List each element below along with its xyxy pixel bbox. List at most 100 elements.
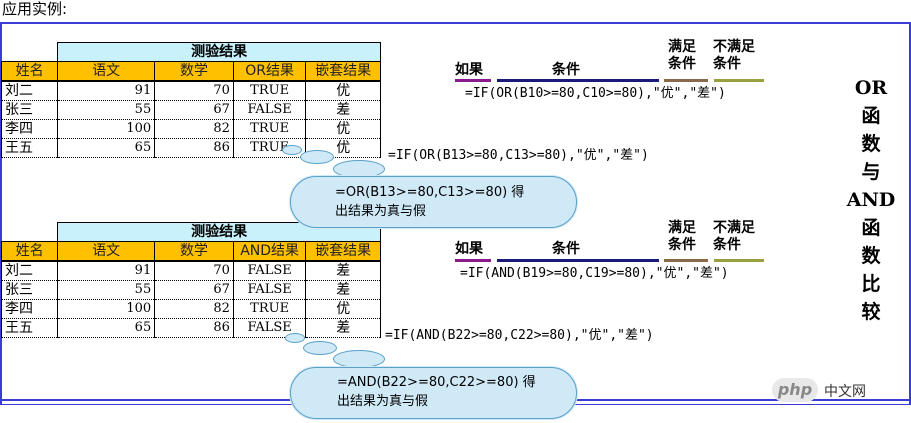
col-header-chinese: 语文: [57, 61, 156, 82]
cell-grade[interactable]: 差: [305, 100, 381, 120]
cell-chinese[interactable]: 91: [57, 260, 156, 281]
cell-grade[interactable]: 差: [305, 280, 381, 300]
legend-met-line1: 满足: [668, 39, 696, 55]
callout-bubble-small: [282, 145, 302, 155]
cell-chinese[interactable]: 65: [57, 318, 156, 338]
cell-name[interactable]: 刘二: [0, 80, 59, 101]
legend-notmet-line1: 不满足: [713, 39, 755, 55]
cell-and-result[interactable]: TRUE: [232, 299, 307, 319]
cell-math[interactable]: 82: [154, 119, 234, 139]
cell-math[interactable]: 67: [154, 280, 234, 300]
col-header-nested-result: 嵌套结果: [305, 61, 381, 82]
side-title-char: 较: [861, 301, 881, 323]
cell-name[interactable]: 张三: [0, 100, 59, 120]
cell-math[interactable]: 82: [154, 299, 234, 319]
col-header-name: 姓名: [0, 241, 59, 262]
cell-chinese[interactable]: 100: [57, 119, 156, 139]
legend-met-line1: 满足: [668, 220, 696, 236]
side-title-char: 函: [861, 217, 881, 239]
callout-text-and: =AND(B22>=80,C22>=80) 得 出结果为真与假: [337, 373, 536, 411]
cell-and-result[interactable]: FALSE: [232, 280, 307, 300]
callout-bubble-small: [285, 333, 305, 343]
callout-bubble-small: [333, 350, 385, 368]
side-title-char: 与: [861, 161, 881, 183]
legend-condition-label: 条件: [552, 62, 580, 78]
callout-line: =OR(B13>=80,C13>=80) 得: [335, 185, 525, 200]
formula-row22: =IF(AND(B22>=80,C22>=80),"优","差"): [385, 328, 654, 343]
legend-if-label: 如果: [455, 241, 483, 257]
cell-grade[interactable]: 差: [305, 318, 381, 338]
cell-and-result[interactable]: FALSE: [232, 260, 307, 281]
callout-line: 出结果为真与假: [335, 204, 427, 219]
cell-math[interactable]: 86: [154, 138, 234, 158]
cell-name[interactable]: 张三: [0, 280, 59, 300]
col-header-name: 姓名: [0, 61, 59, 82]
cell-name[interactable]: 王五: [0, 138, 59, 158]
col-header-and-result: AND结果: [232, 241, 307, 262]
formula-row13: =IF(OR(B13>=80,C13>=80),"优","差"): [388, 148, 649, 163]
legend-met-label: 满足 条件: [668, 220, 696, 254]
callout-line: 出结果为真与假: [337, 394, 429, 409]
side-title-char: 比: [861, 273, 881, 295]
legend-notmet-bar: [714, 79, 764, 82]
legend-if-bar: [455, 259, 491, 262]
legend-notmet-line2: 条件: [713, 56, 741, 72]
legend-met-label: 满足 条件: [668, 39, 696, 73]
callout-line: =AND(B22>=80,C22>=80) 得: [337, 375, 536, 390]
col-header-or-result: OR结果: [232, 61, 307, 82]
legend-condition-bar: [497, 79, 659, 82]
cell-math[interactable]: 70: [154, 80, 234, 101]
legend-met-bar: [664, 259, 708, 262]
cell-chinese[interactable]: 100: [57, 299, 156, 319]
legend-if-bar: [455, 79, 491, 82]
callout-text-or: =OR(B13>=80,C13>=80) 得 出结果为真与假: [335, 183, 524, 221]
cell-chinese[interactable]: 91: [57, 80, 156, 101]
cell-chinese[interactable]: 65: [57, 138, 156, 158]
legend-condition-bar: [497, 259, 659, 262]
legend-notmet-label: 不满足 条件: [713, 39, 755, 73]
legend-condition-label: 条件: [552, 241, 580, 257]
side-title: OR 函 数 与 AND 函 数 比 较: [846, 74, 896, 326]
cell-math[interactable]: 86: [154, 318, 234, 338]
cell-grade[interactable]: 优: [305, 299, 381, 319]
cell-grade[interactable]: 差: [305, 260, 381, 281]
cell-math[interactable]: 67: [154, 100, 234, 120]
table-title: 测验结果: [57, 42, 381, 62]
table-row: 李四 100 82 TRUE 优: [0, 119, 381, 139]
results-table-or: 测验结果 姓名 语文 数学 OR结果 嵌套结果 刘二 91 70 TRUE 优 …: [0, 42, 381, 158]
table-row: 张三 55 67 FALSE 差: [0, 280, 381, 300]
side-title-char: 数: [861, 133, 881, 155]
cell-grade[interactable]: 优: [305, 80, 381, 101]
cell-or-result[interactable]: FALSE: [232, 100, 307, 120]
legend-met-bar: [664, 79, 708, 82]
cell-name[interactable]: 刘二: [0, 260, 59, 281]
legend-notmet-line1: 不满足: [713, 220, 755, 236]
cell-chinese[interactable]: 55: [57, 100, 156, 120]
side-title-char: 函: [861, 105, 881, 127]
cell-or-result[interactable]: TRUE: [232, 119, 307, 139]
side-title-char: 数: [861, 245, 881, 267]
cell-grade[interactable]: 优: [305, 119, 381, 139]
cell-name[interactable]: 王五: [0, 318, 59, 338]
cell-name[interactable]: 李四: [0, 119, 59, 139]
formula-or-example: =IF(OR(B10>=80,C10>=80),"优","差"): [465, 86, 726, 101]
cell-name[interactable]: 李四: [0, 299, 59, 319]
watermark-logo: php: [772, 378, 818, 402]
watermark-text: 中文网: [824, 384, 866, 400]
legend-notmet-label: 不满足 条件: [713, 220, 755, 254]
cell-math[interactable]: 70: [154, 260, 234, 281]
side-title-char: OR: [854, 77, 888, 99]
col-header-math: 数学: [154, 241, 234, 262]
table-row: 张三 55 67 FALSE 差: [0, 100, 381, 120]
col-header-nested-result: 嵌套结果: [305, 241, 381, 262]
cell-chinese[interactable]: 55: [57, 280, 156, 300]
results-table-and: 测验结果 姓名 语文 数学 AND结果 嵌套结果 刘二 91 70 FALSE …: [0, 222, 381, 338]
cell-or-result[interactable]: TRUE: [232, 80, 307, 101]
formula-and-example: =IF(AND(B19>=80,C19>=80),"优","差"): [460, 266, 729, 281]
table-row: 刘二 91 70 FALSE 差: [0, 260, 381, 281]
top-divider: [0, 22, 911, 24]
legend-notmet-bar: [714, 259, 764, 262]
watermark: php 中文网: [772, 378, 907, 406]
legend-if-label: 如果: [455, 62, 483, 78]
col-header-chinese: 语文: [57, 241, 156, 262]
